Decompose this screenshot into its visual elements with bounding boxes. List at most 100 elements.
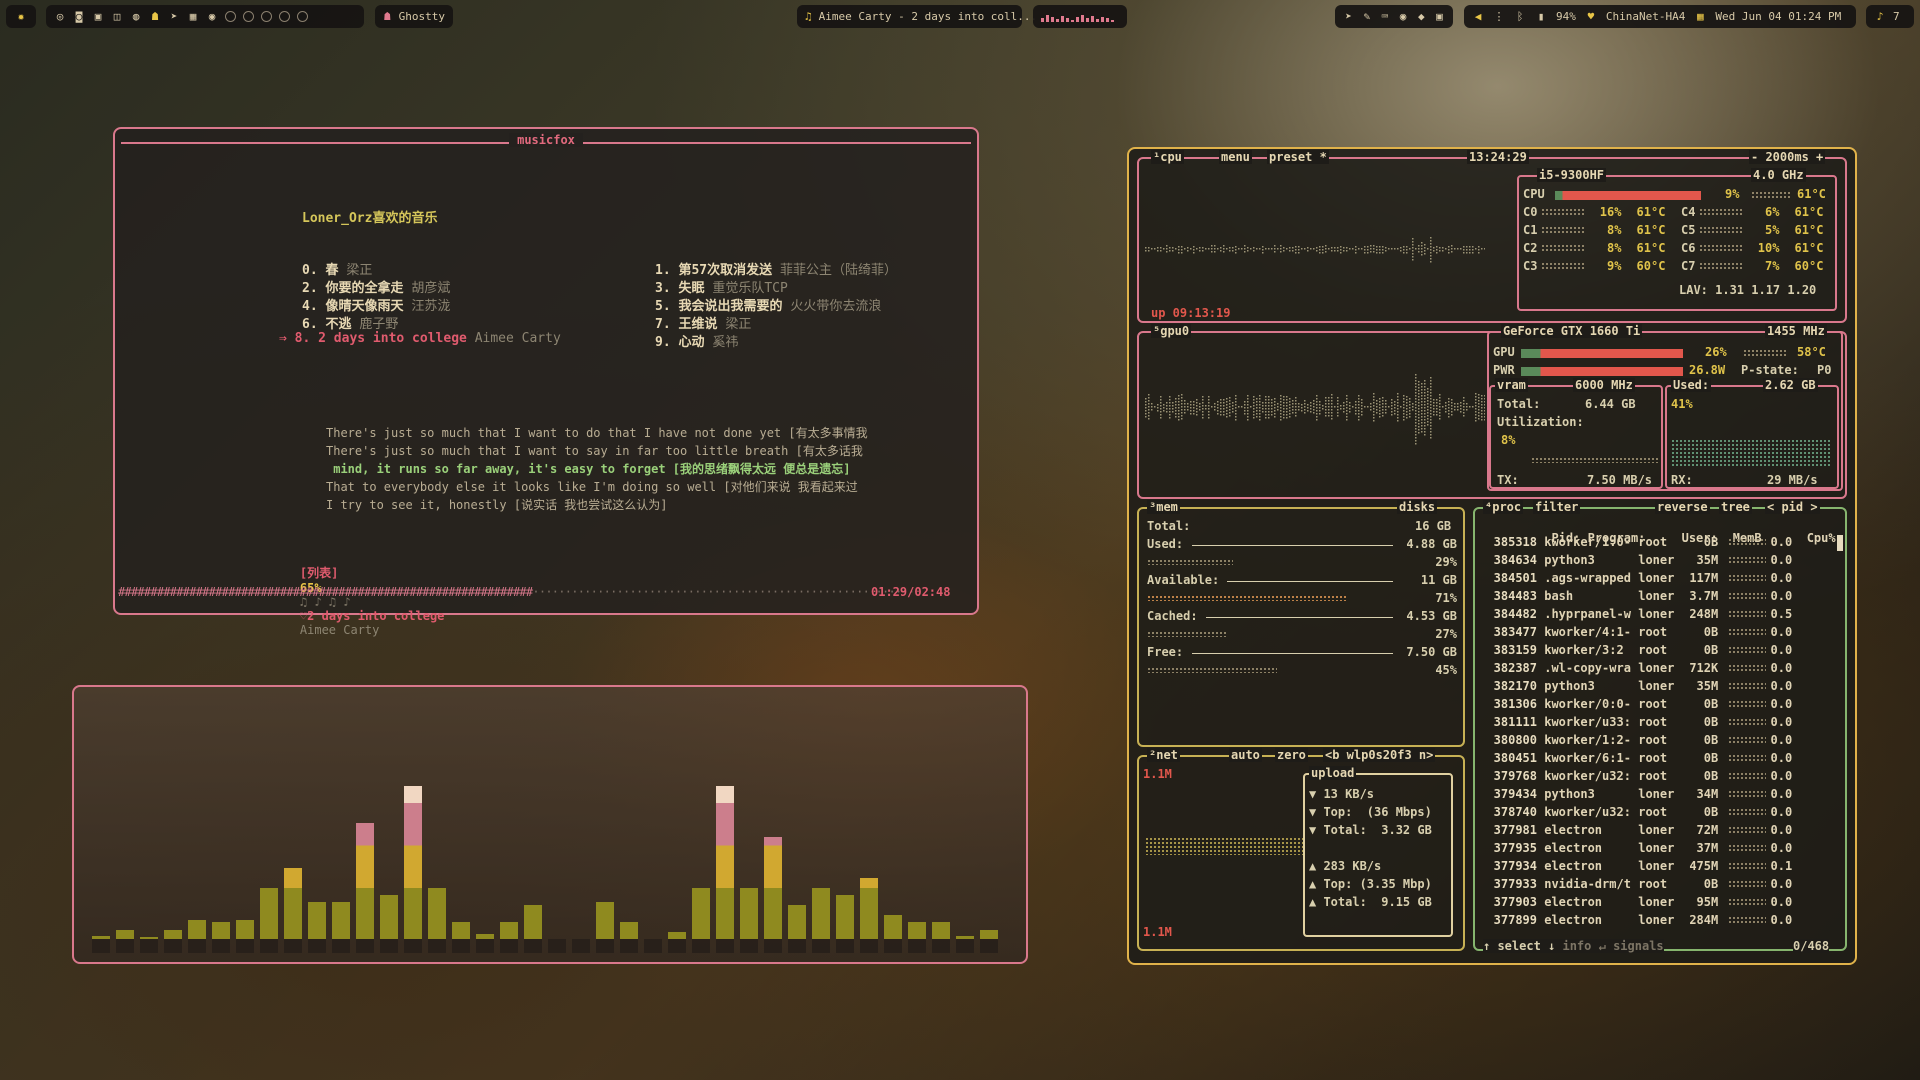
notification-pill[interactable]: ♪ 7 <box>1866 5 1914 28</box>
workspace-dot[interactable] <box>225 11 236 22</box>
song-row[interactable]: 4. 像晴天像雨天 汪苏泷 <box>302 295 450 314</box>
app-icon[interactable]: ◆ <box>1416 10 1427 23</box>
process-row[interactable]: 384501 .ags-wrapped loner 117M 0.0 <box>1485 571 1793 585</box>
process-row[interactable]: 378740 kworker/u32: root 0B 0.0 <box>1485 805 1793 819</box>
launcher-pill[interactable]: ✹ <box>6 5 36 28</box>
reverse-toggle[interactable]: reverse <box>1657 500 1708 514</box>
song-row[interactable]: 5. 我会说出我需要的 火火带你去流浪 <box>655 295 881 314</box>
active-window-pill[interactable]: ☗ Ghostty <box>375 5 453 28</box>
app-icon[interactable]: ◍ <box>130 10 142 23</box>
net-tab[interactable]: ²net <box>1149 748 1178 762</box>
telegram-icon[interactable]: ➤ <box>168 10 180 23</box>
process-row[interactable]: 382170 python3 loner 35M 0.0 <box>1485 679 1793 693</box>
app-icon[interactable]: ▣ <box>1434 10 1445 23</box>
song-row[interactable]: 0. 春 梁正 <box>302 259 372 278</box>
mic-icon[interactable]: ⋮ <box>1493 10 1505 23</box>
filter-button[interactable]: filter <box>1535 500 1578 514</box>
process-row[interactable]: 381111 kworker/u33: root 0B 0.0 <box>1485 715 1793 729</box>
info-hint[interactable]: info ↵ <box>1562 939 1605 953</box>
workspace-dot[interactable] <box>261 11 272 22</box>
spectrum-base <box>620 939 638 953</box>
gpu-box: ⁵gpu0 GeForce GTX 1660 Ti 1455 MHz GPU 2… <box>1137 324 1847 499</box>
ghost-icon[interactable]: ☗ <box>149 10 161 23</box>
process-row[interactable]: 380800 kworker/1:2- root 0B 0.0 <box>1485 733 1793 747</box>
select-hint[interactable]: ↑ select ↓ <box>1483 939 1555 953</box>
keyboard-icon[interactable]: ⌨ <box>1379 10 1390 23</box>
proc-tab[interactable]: ⁴proc <box>1485 500 1521 514</box>
spectrum-bar <box>188 920 206 939</box>
app-icon[interactable]: ▣ <box>92 10 104 23</box>
clock[interactable]: Wed Jun 04 01:24 PM <box>1715 10 1841 23</box>
mem-total-value: 16 GB <box>1415 519 1452 533</box>
disks-tab[interactable]: disks <box>1399 500 1435 514</box>
process-row[interactable]: 377935 electron loner 37M 0.0 <box>1485 841 1793 855</box>
visualizer-window[interactable] <box>72 685 1028 964</box>
preset-button[interactable]: preset * <box>1269 150 1327 164</box>
process-row[interactable]: 383159 kworker/3:2 root 0B 0.0 <box>1485 643 1793 657</box>
wifi-name[interactable]: ChinaNet-HA4 <box>1606 10 1685 23</box>
process-row[interactable]: 379768 kworker/u32: root 0B 0.0 <box>1485 769 1793 783</box>
musicfox-window[interactable]: musicfox Loner_Orz喜欢的音乐 0. 春 梁正 2. 你要的全拿… <box>113 127 979 637</box>
download-top: ▼ Top: (36 Mbps) <box>1309 805 1432 819</box>
zero-toggle[interactable]: zero <box>1277 748 1306 762</box>
song-row[interactable]: 7. 王维说 梁正 <box>655 313 751 332</box>
btop-window[interactable]: ¹cpu menu preset * 13:24:29 - 2000ms + u… <box>1127 147 1857 965</box>
workspace-dot[interactable] <box>279 11 290 22</box>
process-row[interactable]: 377903 electron loner 95M 0.0 <box>1485 895 1793 909</box>
gpu-tab[interactable]: ⁵gpu0 <box>1153 324 1189 338</box>
mem-tab[interactable]: ³mem <box>1149 500 1178 514</box>
progress-bar[interactable]: ########################################… <box>118 585 915 599</box>
cpu-core-row: C4 6% 61°C <box>1681 205 1824 219</box>
process-row[interactable]: 383477 kworker/4:1- root 0B 0.0 <box>1485 625 1793 639</box>
menu-button[interactable]: menu <box>1221 150 1250 164</box>
volume-icon[interactable]: ◀ <box>1472 10 1484 23</box>
process-row[interactable]: 381306 kworker/0:0- root 0B 0.0 <box>1485 697 1793 711</box>
bluetooth-icon[interactable]: ᛒ <box>1514 10 1526 23</box>
process-row[interactable]: 379434 python3 loner 34M 0.0 <box>1485 787 1793 801</box>
process-row[interactable]: 384483 bash loner 3.7M 0.0 <box>1485 589 1793 603</box>
wifi-icon[interactable]: ♥ <box>1585 10 1597 23</box>
song-row[interactable]: 2. 你要的全拿走 胡彦斌 <box>302 277 450 296</box>
process-row[interactable]: 380451 kworker/6:1- root 0B 0.0 <box>1485 751 1793 765</box>
spectrum-base <box>428 939 446 953</box>
process-count: 0/468 <box>1793 939 1830 953</box>
sort-selector[interactable]: < pid > <box>1767 500 1818 514</box>
song-row[interactable]: 9. 心动 奚祎 <box>655 331 738 350</box>
workspace-dot[interactable] <box>297 11 308 22</box>
spectrum-base <box>932 939 950 953</box>
telegram-icon[interactable]: ➤ <box>1343 10 1354 23</box>
util-label: Utilization: <box>1497 415 1584 429</box>
song-row[interactable]: 3. 失眠 重觉乐队TCP <box>655 277 788 296</box>
workspace-dot[interactable] <box>243 11 254 22</box>
process-row[interactable]: 384482 .hyprpanel-w loner 248M 0.5 <box>1485 607 1793 621</box>
app-icon[interactable]: ◙ <box>73 10 85 23</box>
song-row-playing[interactable]: ⇒ 8. 2 days into college Aimee Carty <box>279 331 561 346</box>
arch-logo-icon[interactable]: ✹ <box>15 10 27 23</box>
interface-selector[interactable]: <b wlp0s20f3 n> <box>1325 748 1433 762</box>
update-interval[interactable]: - 2000ms + <box>1751 150 1823 164</box>
media-pill[interactable]: ♫ Aimee Carty - 2 days into coll... <box>797 5 1037 28</box>
process-row[interactable]: 377934 electron loner 475M 0.1 <box>1485 859 1793 873</box>
song-row[interactable]: 1. 第57次取消发送 菲菲公主（陆绮菲） <box>655 259 897 278</box>
process-row[interactable]: 382387 .wl-copy-wra loner 712K 0.0 <box>1485 661 1793 675</box>
process-row[interactable]: 377981 electron loner 72M 0.0 <box>1485 823 1793 837</box>
list-mode-tag[interactable]: [列表] <box>300 566 338 580</box>
app-icon[interactable]: ▦ <box>187 10 199 23</box>
tree-toggle[interactable]: tree <box>1721 500 1750 514</box>
lyric-line: There's just so much that I want to say … <box>326 444 863 458</box>
app-icon[interactable]: ◫ <box>111 10 123 23</box>
process-row[interactable]: 377933 nvidia-drm/t root 0B 0.0 <box>1485 877 1793 891</box>
app-icon[interactable]: ✎ <box>1361 10 1372 23</box>
app-icon[interactable]: ◎ <box>54 10 66 23</box>
song-row[interactable]: 6. 不逃 鹿子野 <box>302 313 398 332</box>
pstate-label: P-state: <box>1741 363 1799 377</box>
auto-toggle[interactable]: auto <box>1231 748 1260 762</box>
scrollbar-thumb[interactable] <box>1837 535 1843 551</box>
signals-hint[interactable]: signals <box>1613 939 1664 953</box>
chrome-icon[interactable]: ◉ <box>1398 10 1409 23</box>
discord-icon[interactable]: ◉ <box>206 10 218 23</box>
process-row[interactable]: 384634 python3 loner 35M 0.0 <box>1485 553 1793 567</box>
process-row[interactable]: 385318 kworker/1:0- root 0B 0.0 <box>1485 535 1793 549</box>
process-row[interactable]: 377899 electron loner 284M 0.0 <box>1485 913 1793 927</box>
cpu-tab[interactable]: ¹cpu <box>1153 150 1182 164</box>
